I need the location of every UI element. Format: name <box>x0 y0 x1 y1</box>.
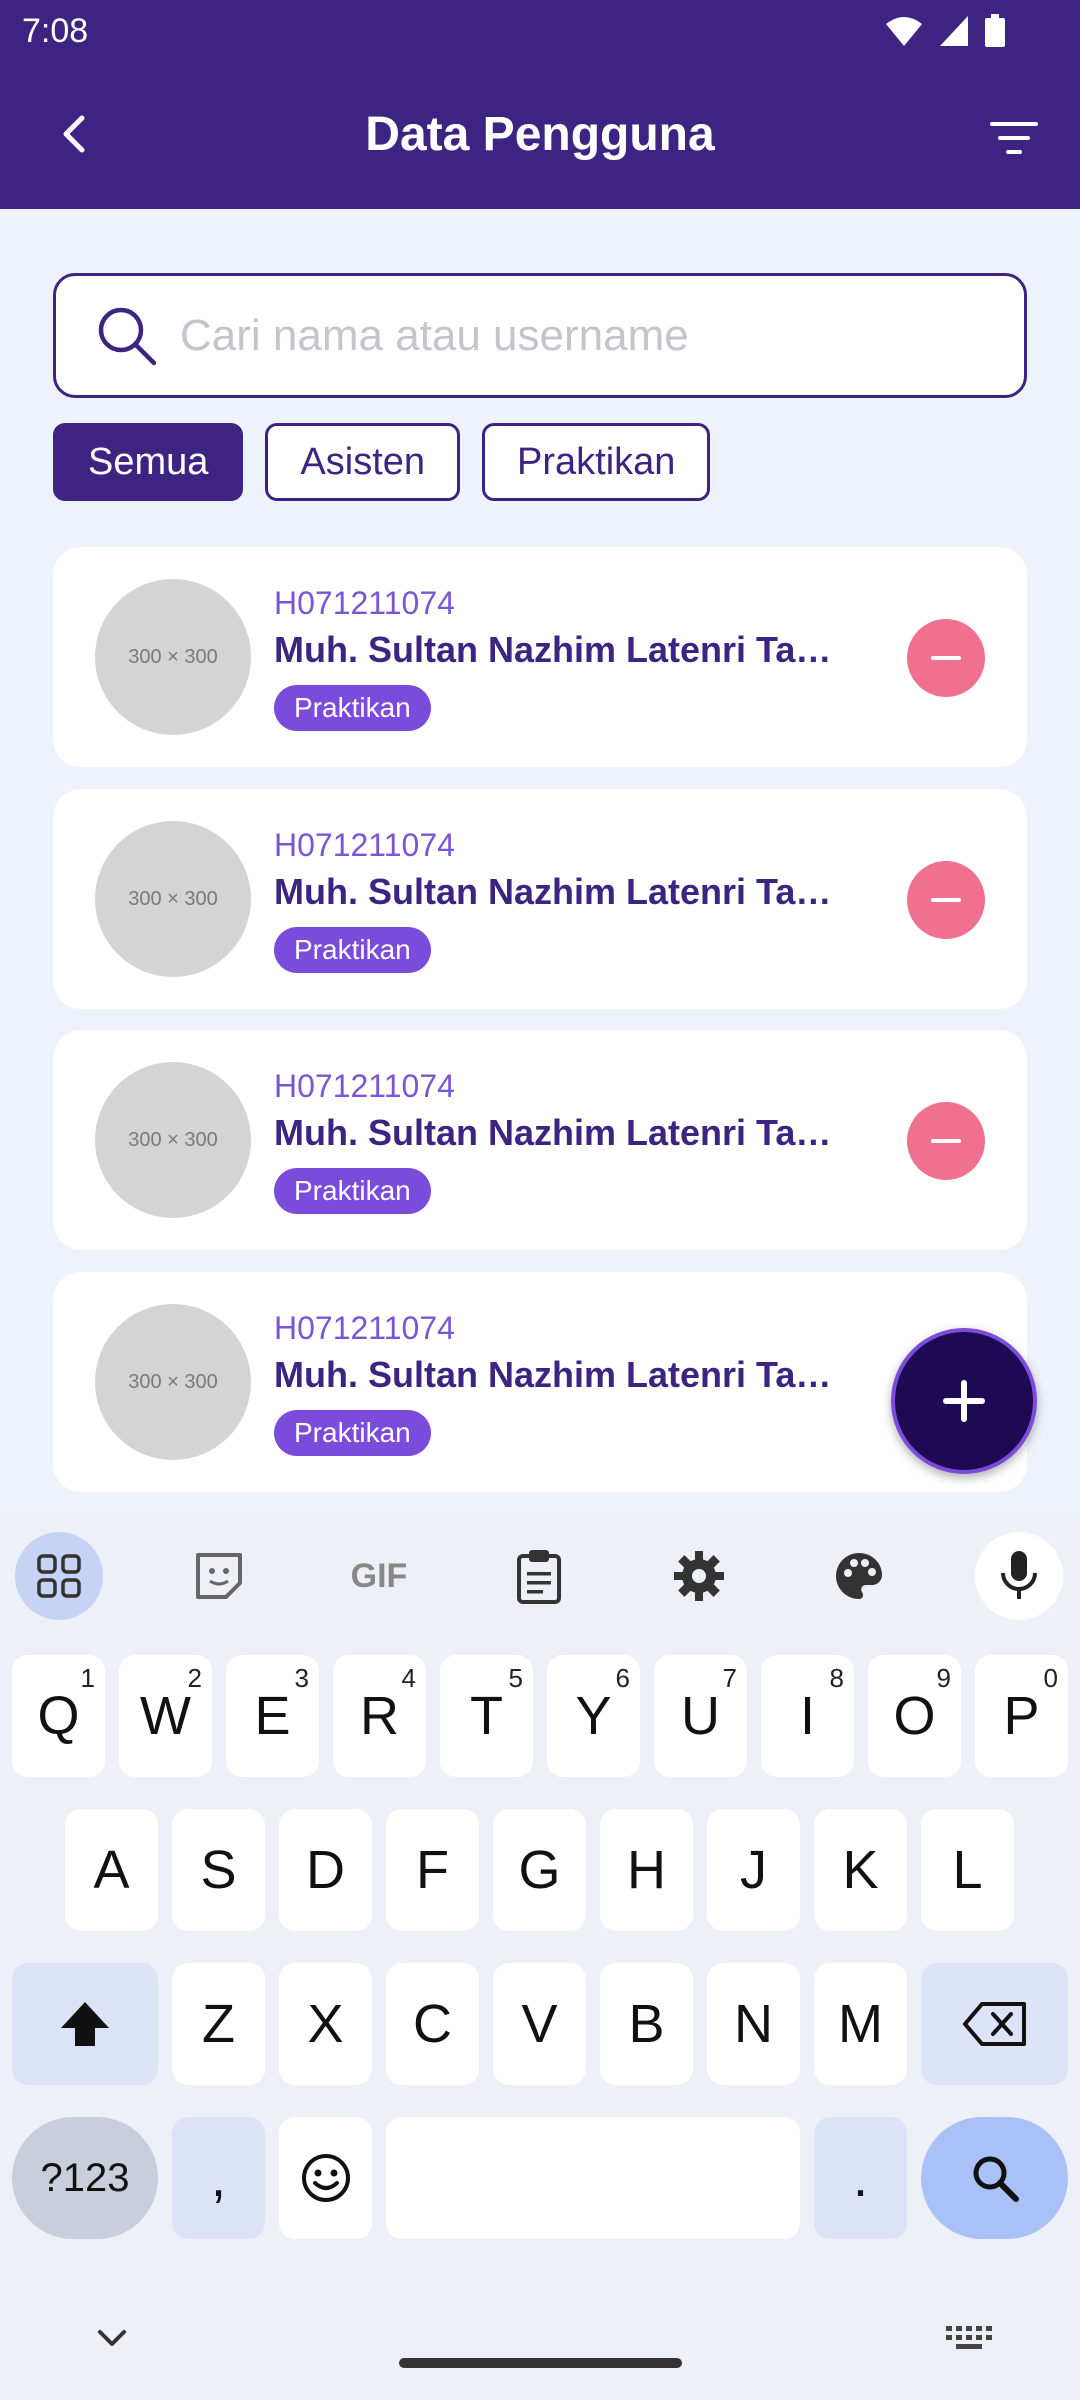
user-name: Muh. Sultan Nazhim Latenri Ta… <box>274 629 832 670</box>
key-v[interactable]: V <box>493 1963 586 2085</box>
wifi-icon <box>886 17 922 46</box>
role-badge: Praktikan <box>274 1168 431 1214</box>
key-s[interactable]: S <box>172 1809 265 1931</box>
symbols-key[interactable]: ?123 <box>12 2117 158 2239</box>
user-card[interactable]: 300 × 300 H071211074 Muh. Sultan Nazhim … <box>53 789 1027 1009</box>
key-z[interactable]: Z <box>172 1963 265 2085</box>
key-h[interactable]: H <box>600 1809 693 1931</box>
key-o[interactable]: O9 <box>868 1655 961 1777</box>
search-icon <box>973 2156 1019 2202</box>
emoji-key[interactable] <box>279 2117 372 2239</box>
key-w[interactable]: W2 <box>119 1655 212 1777</box>
battery-icon <box>985 14 1005 47</box>
user-name: Muh. Sultan Nazhim Latenri Ta… <box>274 1112 832 1153</box>
key-r[interactable]: R4 <box>333 1655 426 1777</box>
minus-icon <box>931 898 961 902</box>
role-badge: Praktikan <box>274 1410 431 1456</box>
palette-icon[interactable] <box>815 1532 903 1620</box>
search-action-key[interactable] <box>921 2117 1068 2239</box>
filter-list-icon <box>990 122 1038 154</box>
user-card[interactable]: 300 × 300 H071211074 Muh. Sultan Nazhim … <box>53 547 1027 767</box>
key-t[interactable]: T5 <box>440 1655 533 1777</box>
user-nim: H071211074 <box>274 585 455 621</box>
role-badge: Praktikan <box>274 927 431 973</box>
user-name: Muh. Sultan Nazhim Latenri Ta… <box>274 871 832 912</box>
key-u[interactable]: U7 <box>654 1655 747 1777</box>
key-c[interactable]: C <box>386 1963 479 2085</box>
remove-user-button[interactable] <box>907 619 985 697</box>
hide-keyboard-button[interactable] <box>92 2318 132 2358</box>
settings-icon[interactable] <box>655 1532 743 1620</box>
apps-icon[interactable] <box>15 1532 103 1620</box>
key-x[interactable]: X <box>279 1963 372 2085</box>
chevron-down-icon <box>98 2330 126 2346</box>
role-filter-chips: Semua Asisten Praktikan <box>53 423 711 501</box>
status-icons <box>884 14 1006 48</box>
user-nim: H071211074 <box>274 1310 455 1346</box>
filter-button[interactable] <box>984 108 1044 168</box>
remove-user-button[interactable] <box>907 1102 985 1180</box>
key-p[interactable]: P0 <box>975 1655 1068 1777</box>
shift-icon <box>61 2002 109 2046</box>
key-j[interactable]: J <box>707 1809 800 1931</box>
clipboard-icon[interactable] <box>495 1532 583 1620</box>
role-badge: Praktikan <box>274 685 431 731</box>
avatar: 300 × 300 <box>95 1062 251 1218</box>
keyboard-switch-button[interactable] <box>944 2320 994 2356</box>
key-q[interactable]: Q1 <box>12 1655 105 1777</box>
minus-icon <box>931 1139 961 1143</box>
user-card[interactable]: 300 × 300 H071211074 Muh. Sultan Nazhim … <box>53 1030 1027 1250</box>
space-key[interactable] <box>386 2117 800 2239</box>
page-title: Data Pengguna <box>365 108 715 161</box>
keyboard-icon <box>946 2326 992 2349</box>
emoji-icon <box>301 2154 350 2202</box>
key-g[interactable]: G <box>493 1809 586 1931</box>
signal-icon <box>940 16 968 46</box>
mic-icon[interactable] <box>975 1532 1063 1620</box>
app-bar: 7:08 Data Pengguna <box>0 0 1080 209</box>
user-nim: H071211074 <box>274 1068 455 1104</box>
shift-key[interactable] <box>12 1963 158 2085</box>
minus-icon <box>931 656 961 660</box>
key-y[interactable]: Y6 <box>547 1655 640 1777</box>
plus-icon <box>943 1380 985 1422</box>
status-time: 7:08 <box>22 12 89 50</box>
key-d[interactable]: D <box>279 1809 372 1931</box>
key-l[interactable]: L <box>921 1809 1014 1931</box>
search-box[interactable] <box>53 273 1027 398</box>
key-e[interactable]: E3 <box>226 1655 319 1777</box>
add-user-button[interactable] <box>891 1328 1037 1474</box>
key-n[interactable]: N <box>707 1963 800 2085</box>
chip-semua[interactable]: Semua <box>53 423 244 501</box>
home-indicator[interactable] <box>399 2358 682 2368</box>
avatar: 300 × 300 <box>95 1304 251 1460</box>
user-card[interactable]: 300 × 300 H071211074 Muh. Sultan Nazhim … <box>53 1272 1027 1492</box>
soft-keyboard <box>0 1512 1080 2400</box>
chip-praktikan[interactable]: Praktikan <box>482 423 711 501</box>
chip-asisten[interactable]: Asisten <box>265 423 461 501</box>
key-b[interactable]: B <box>600 1963 693 2085</box>
key-k[interactable]: K <box>814 1809 907 1931</box>
avatar: 300 × 300 <box>95 821 251 977</box>
sticker-icon[interactable] <box>175 1532 263 1620</box>
backspace-icon <box>962 2002 1026 2046</box>
backspace-key[interactable] <box>921 1963 1068 2085</box>
key-a[interactable]: A <box>65 1809 158 1931</box>
remove-user-button[interactable] <box>907 861 985 939</box>
key-m[interactable]: M <box>814 1963 907 2085</box>
period-key[interactable]: . <box>814 2117 907 2239</box>
user-nim: H071211074 <box>274 827 455 863</box>
comma-key[interactable]: , <box>172 2117 265 2239</box>
user-name: Muh. Sultan Nazhim Latenri Ta… <box>274 1354 832 1395</box>
avatar: 300 × 300 <box>95 579 251 735</box>
search-icon <box>98 307 157 365</box>
key-f[interactable]: F <box>386 1809 479 1931</box>
search-input[interactable] <box>180 310 1000 361</box>
key-i[interactable]: I8 <box>761 1655 854 1777</box>
gif-button[interactable]: GIF <box>335 1532 423 1620</box>
